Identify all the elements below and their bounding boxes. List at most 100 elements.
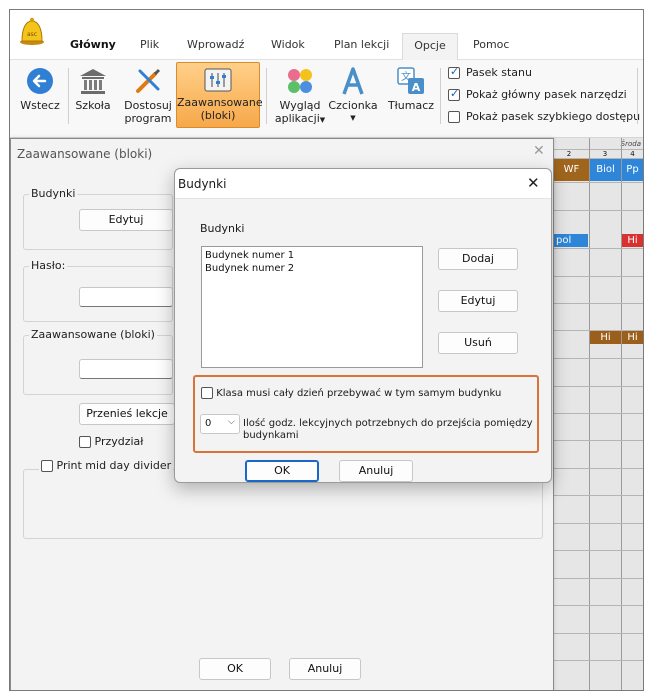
ribbon-separator — [68, 68, 69, 124]
font-letter-a-icon — [338, 66, 368, 96]
assignment-checkbox[interactable] — [79, 436, 91, 448]
back-button[interactable]: Wstecz — [16, 64, 64, 112]
lesson-cell-pol[interactable]: pol — [554, 234, 588, 247]
lesson-cell-biol[interactable]: Biol — [590, 159, 621, 181]
tab-plik[interactable]: Plik — [140, 38, 159, 58]
font-dropdown-arrow-icon: ▼ — [350, 114, 356, 122]
opt-main-toolbar[interactable]: Pokaż główny pasek narzędzi — [448, 87, 627, 101]
app-logo-bell-icon[interactable]: asc — [18, 16, 46, 46]
same-building-label: Klasa musi cały dzień przebywać w tym sa… — [216, 388, 502, 399]
print-divider-checkbox[interactable] — [41, 460, 53, 472]
ribbon-separator — [440, 68, 441, 124]
same-building-checkbox[interactable] — [201, 387, 213, 399]
buildings-dialog: Budynki ✕ Budynki Budynek numer 1 Budyne… — [174, 168, 552, 483]
quick-toolbar-checkbox[interactable] — [448, 111, 460, 123]
lesson-cell-hi-brown[interactable]: Hi — [622, 331, 643, 344]
close-icon[interactable]: ✕ — [533, 143, 545, 159]
customize-label-line2: program — [124, 112, 172, 125]
grid-line — [589, 138, 590, 690]
ribbon-tab-bar: asc Główny Plik Wprowadź Widok Plan lekc… — [10, 10, 643, 61]
same-building-option[interactable]: Klasa musi cały dzień przebywać w tym sa… — [201, 387, 501, 399]
tab-opcje[interactable]: Opcje — [402, 33, 458, 61]
hours-label-line1: Ilość godz. lekcyjnych potrzebnych do pr… — [243, 418, 533, 429]
advanced-blocks-button[interactable]: Zaawansowane (bloki) — [176, 62, 263, 128]
lesson-cell-wf[interactable]: WF — [554, 159, 589, 181]
ok-button[interactable]: OK — [199, 658, 271, 680]
school-label: Szkoła — [75, 99, 111, 112]
delete-button[interactable]: Usuń — [438, 332, 518, 354]
chevron-down-icon: ⌵ — [228, 417, 235, 427]
opt-status-bar[interactable]: Pasek stanu — [448, 65, 532, 79]
grid-line — [554, 440, 643, 441]
customize-program-button[interactable]: Dostosuj program — [122, 64, 174, 125]
buildings-section-label: Budynki — [200, 222, 245, 235]
appearance-label-line1: Wygląd — [279, 99, 321, 112]
grid-line — [554, 633, 643, 634]
grid-line — [554, 248, 643, 249]
grid-line — [554, 468, 643, 469]
grid-line — [554, 413, 643, 414]
print-divider-label: Print mid day divider — [56, 459, 172, 472]
tab-plan-lekcji[interactable]: Plan lekcji — [334, 38, 389, 58]
advanced-input[interactable] — [79, 359, 173, 379]
edit-button[interactable]: Edytuj — [438, 290, 518, 312]
tools-icon — [133, 66, 163, 96]
app-window: asc Główny Plik Wprowadź Widok Plan lekc… — [9, 9, 644, 691]
buildings-group-label: Budynki — [29, 187, 78, 200]
lesson-cell-hi-brown[interactable]: Hi — [590, 331, 621, 344]
grid-line — [554, 210, 643, 211]
tab-widok[interactable]: Widok — [271, 38, 305, 58]
lesson-cell-pp[interactable]: Pp — [622, 159, 643, 181]
assignment-option[interactable]: Przydział — [79, 435, 143, 448]
translator-button[interactable]: 文A Tłumacz — [386, 64, 436, 112]
print-divider-option[interactable]: Print mid day divider — [39, 459, 174, 472]
list-item[interactable]: Budynek numer 1 — [205, 250, 422, 262]
hours-label-line2: budynkami — [243, 430, 299, 441]
dialog-close-icon[interactable]: ✕ — [527, 174, 540, 192]
advanced-window-title: Zaawansowane (bloki) — [17, 147, 153, 161]
tab-glowny[interactable]: Główny — [70, 38, 116, 58]
ribbon-separator — [637, 68, 638, 124]
tab-wprowadz[interactable]: Wprowadź — [187, 38, 244, 58]
status-bar-checkbox[interactable] — [448, 65, 460, 79]
back-arrow-icon — [25, 66, 55, 96]
buildings-dialog-titlebar: Budynki ✕ — [175, 169, 551, 199]
hours-combobox[interactable]: 0 ⌵ — [200, 414, 240, 434]
back-label: Wstecz — [20, 99, 60, 112]
app-appearance-button[interactable]: Wygląd aplikacji▼ — [272, 64, 328, 127]
ribbon-separator — [266, 68, 267, 124]
edit-buildings-button[interactable]: Edytuj — [79, 209, 173, 231]
main-toolbar-checkbox[interactable] — [448, 87, 460, 101]
school-building-icon — [77, 66, 109, 96]
grid-line — [554, 495, 643, 496]
school-button[interactable]: Szkoła — [72, 64, 114, 112]
grid-line — [554, 660, 643, 661]
grid-line — [621, 138, 622, 690]
grid-line — [554, 523, 643, 524]
appearance-label-line2: aplikacji — [274, 112, 320, 125]
dialog-ok-button[interactable]: OK — [245, 460, 319, 482]
add-button[interactable]: Dodaj — [438, 248, 518, 270]
advanced-label-line1: Zaawansowane — [177, 96, 263, 109]
buildings-list[interactable]: Budynek numer 1 Budynek numer 2 — [201, 246, 423, 368]
dialog-cancel-button[interactable]: Anuluj — [339, 460, 413, 482]
dropdown-arrow-icon: ▼ — [319, 116, 326, 124]
font-button[interactable]: Czcionka ▼ — [328, 64, 378, 125]
period-header: 2 — [566, 150, 572, 158]
lesson-cell-hi-red[interactable]: Hi — [622, 234, 643, 247]
grid-line — [554, 550, 643, 551]
advanced-group-label: Zaawansowane (bloki) — [29, 328, 157, 341]
assignment-label: Przydział — [94, 435, 144, 448]
opt-quick-toolbar[interactable]: Pokaż pasek szybkiego dostępu — [448, 110, 640, 123]
logo-text: asc — [27, 31, 37, 38]
list-item[interactable]: Budynek numer 2 — [205, 263, 422, 275]
password-group-label: Hasło: — [29, 259, 68, 272]
cancel-button[interactable]: Anuluj — [289, 658, 361, 680]
sliders-icon — [203, 67, 233, 93]
translate-icon: 文A — [396, 66, 426, 96]
advanced-label-line2: (bloki) — [200, 109, 236, 122]
password-input[interactable] — [79, 287, 173, 307]
tab-pomoc[interactable]: Pomoc — [473, 38, 509, 58]
day-header: Środa — [620, 140, 641, 148]
move-lessons-button[interactable]: Przenieś lekcje — [79, 403, 175, 425]
